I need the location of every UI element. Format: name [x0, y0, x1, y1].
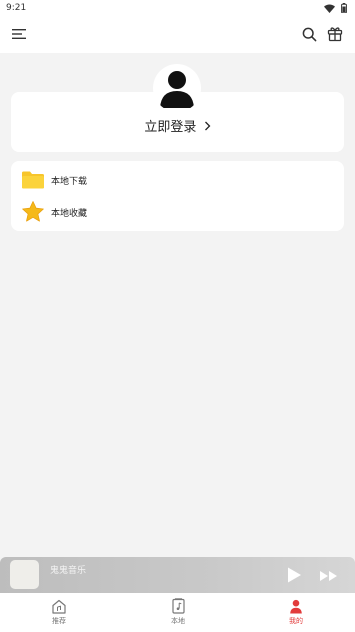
menu-item-local-favorites[interactable]: 本地收藏	[21, 199, 321, 225]
mini-player[interactable]: 鬼鬼音乐	[0, 557, 355, 593]
nav-item-recommend[interactable]: 推荐	[29, 598, 89, 626]
menu-item-local-download[interactable]: 本地下载	[21, 167, 321, 193]
search-icon[interactable]	[298, 24, 320, 44]
login-link[interactable]: 立即登录	[11, 116, 344, 135]
person-icon	[287, 598, 305, 614]
nav-item-label: 本地	[171, 617, 185, 625]
chevron-right-icon	[204, 120, 211, 135]
wifi-icon	[324, 4, 335, 13]
music-file-icon	[169, 598, 187, 614]
nav-item-label: 我的	[289, 617, 303, 625]
song-title: 鬼鬼音乐	[50, 566, 87, 576]
nav-item-mine[interactable]: 我的	[266, 598, 326, 626]
status-bar: 9:21	[0, 0, 355, 16]
folder-icon	[21, 168, 45, 192]
gift-icon[interactable]	[324, 24, 346, 44]
avatar[interactable]	[153, 64, 201, 112]
menu-card: 本地下载 本地收藏	[11, 161, 344, 231]
menu-item-label: 本地下载	[51, 176, 88, 187]
nav-item-local[interactable]: 本地	[148, 598, 208, 626]
star-icon	[21, 200, 45, 224]
status-time: 9:21	[6, 3, 27, 13]
fast-forward-icon[interactable]	[318, 568, 340, 582]
battery-icon	[341, 3, 347, 13]
menu-icon[interactable]	[8, 24, 30, 44]
menu-item-label: 本地收藏	[51, 208, 88, 219]
top-bar	[0, 16, 355, 53]
play-icon[interactable]	[285, 566, 303, 584]
status-icons	[324, 3, 347, 13]
album-art[interactable]	[10, 560, 39, 589]
home-icon	[50, 598, 68, 614]
nav-item-label: 推荐	[52, 617, 66, 625]
bottom-nav: 推荐 本地 我的	[0, 593, 355, 632]
user-avatar-icon	[160, 71, 194, 108]
login-label: 立即登录	[144, 120, 197, 135]
